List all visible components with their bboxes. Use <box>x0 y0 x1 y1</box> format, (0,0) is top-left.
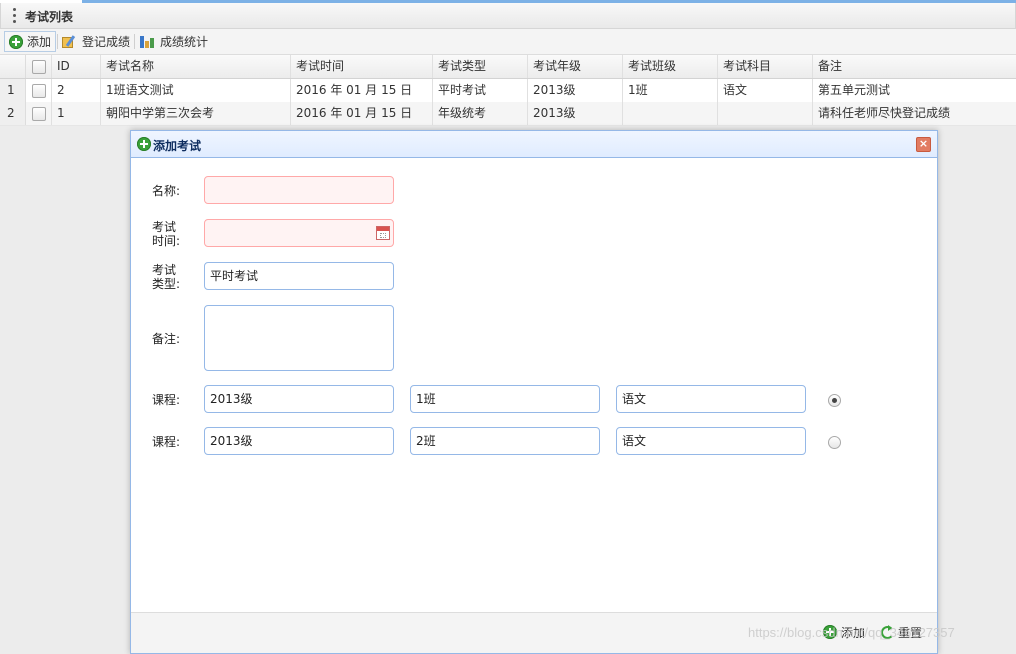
dialog-header[interactable]: 添加考试 × <box>131 131 937 158</box>
time-label-line2: 时间: <box>152 234 181 248</box>
course-radio-selected[interactable] <box>828 394 841 407</box>
add-exam-dialog: 添加考试 × 名称: 考试 时间: 考试 类型: 平时考试 备注: 课程: 20… <box>130 130 938 654</box>
course-subject-input[interactable]: 语文 <box>616 385 806 413</box>
course-subject-input[interactable]: 语文 <box>616 427 806 455</box>
panel-header: 考试列表 <box>0 3 1016 29</box>
column-header-id[interactable]: ID <box>51 55 101 78</box>
row-number: 1 <box>0 79 26 102</box>
remark-label: 备注: <box>152 332 181 346</box>
column-header-grade[interactable]: 考试年级 <box>527 55 623 78</box>
add-icon <box>137 137 151 151</box>
panel-menu-icon[interactable] <box>13 8 16 24</box>
edit-icon <box>62 34 78 48</box>
course-grade-input[interactable]: 2013级 <box>204 385 394 413</box>
course-label: 课程: <box>152 393 181 407</box>
column-header-time[interactable]: 考试时间 <box>290 55 433 78</box>
add-icon <box>9 34 23 49</box>
course-class-input[interactable]: 1班 <box>410 385 600 413</box>
table-row[interactable]: 1 2 1班语文测试 2016 年 01 月 15 日 平时考试 2013级 1… <box>0 79 1016 103</box>
time-label-line1: 考试 <box>152 220 177 234</box>
close-button[interactable]: × <box>916 137 931 152</box>
type-label-line2: 类型: <box>152 277 181 291</box>
course-radio[interactable] <box>828 436 841 449</box>
course-label: 课程: <box>152 435 181 449</box>
exam-time-input[interactable] <box>204 219 394 247</box>
add-button[interactable]: 添加 <box>4 31 57 52</box>
column-header-name[interactable]: 考试名称 <box>100 55 291 78</box>
rownum-header <box>0 55 26 78</box>
record-scores-button[interactable]: 登记成绩 <box>62 31 130 51</box>
cell-note: 请科任老师尽快登记成绩 <box>812 102 1016 125</box>
cell-id: 1 <box>51 102 101 125</box>
course-grade-input[interactable]: 2013级 <box>204 427 394 455</box>
course-class-input[interactable]: 2班 <box>410 427 600 455</box>
table-row[interactable]: 2 1 朝阳中学第三次会考 2016 年 01 月 15 日 年级统考 2013… <box>0 102 1016 126</box>
cell-subject <box>717 102 813 125</box>
bar-chart-icon <box>140 34 156 48</box>
cell-note: 第五单元测试 <box>812 79 1016 102</box>
add-button-label: 添加 <box>27 35 52 49</box>
cell-class <box>622 102 718 125</box>
cell-grade: 2013级 <box>527 79 623 102</box>
row-checkbox[interactable] <box>32 107 46 121</box>
column-header-subject[interactable]: 考试科目 <box>717 55 813 78</box>
cell-type: 平时考试 <box>432 79 528 102</box>
toolbar: 添加 登记成绩 成绩统计 <box>0 29 1016 55</box>
cell-name: 朝阳中学第三次会考 <box>100 102 291 125</box>
cell-grade: 2013级 <box>527 102 623 125</box>
cell-type: 年级统考 <box>432 102 528 125</box>
exam-type-input[interactable]: 平时考试 <box>204 262 394 290</box>
cell-class: 1班 <box>622 79 718 102</box>
name-input[interactable] <box>204 176 394 204</box>
row-checkbox[interactable] <box>32 84 46 98</box>
type-label-line1: 考试 <box>152 263 177 277</box>
record-scores-label: 登记成绩 <box>82 34 131 49</box>
score-stats-button[interactable]: 成绩统计 <box>140 31 208 51</box>
select-all-checkbox[interactable] <box>32 60 46 74</box>
remark-textarea[interactable] <box>204 305 394 371</box>
cell-time: 2016 年 01 月 15 日 <box>290 79 433 102</box>
grid-header-row: ID 考试名称 考试时间 考试类型 考试年级 考试班级 考试科目 备注 <box>0 55 1016 79</box>
name-label: 名称: <box>152 184 181 198</box>
calendar-icon[interactable] <box>376 226 390 240</box>
toolbar-separator <box>134 34 135 49</box>
panel-title: 考试列表 <box>25 10 74 24</box>
watermark: https://blog.csdn.net/qq_346127357 <box>748 625 955 640</box>
column-header-type[interactable]: 考试类型 <box>432 55 528 78</box>
cell-name: 1班语文测试 <box>100 79 291 102</box>
column-header-note[interactable]: 备注 <box>812 55 1016 78</box>
dialog-title: 添加考试 <box>153 139 202 153</box>
cell-subject: 语文 <box>717 79 813 102</box>
cell-id: 2 <box>51 79 101 102</box>
score-stats-label: 成绩统计 <box>160 34 209 49</box>
column-header-class[interactable]: 考试班级 <box>622 55 718 78</box>
row-number: 2 <box>0 102 26 125</box>
cell-time: 2016 年 01 月 15 日 <box>290 102 433 125</box>
toolbar-separator <box>57 34 58 49</box>
